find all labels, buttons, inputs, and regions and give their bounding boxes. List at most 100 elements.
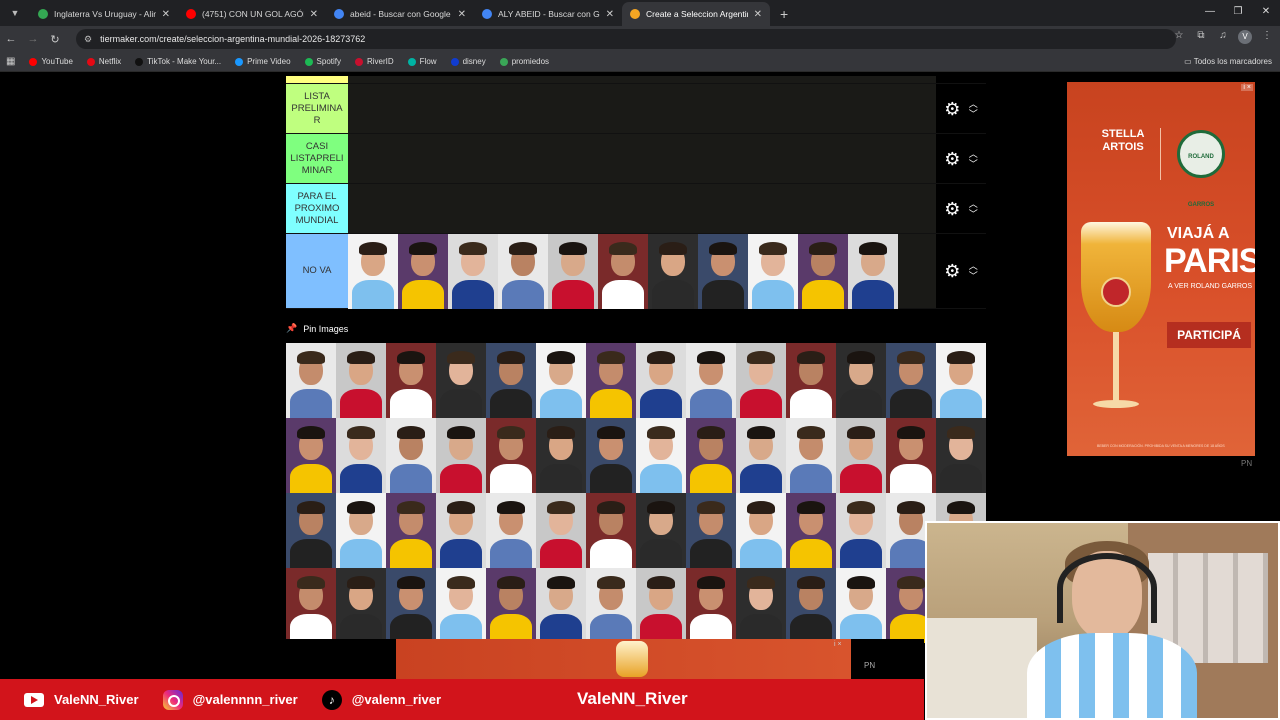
pool-player-image[interactable] bbox=[486, 418, 536, 493]
reload-icon[interactable]: ↻ bbox=[44, 33, 66, 46]
tier-label[interactable]: LISTA PRELIMINA R bbox=[286, 84, 348, 133]
pool-player-image[interactable] bbox=[286, 493, 336, 568]
gear-icon[interactable]: ⚙ bbox=[944, 200, 960, 218]
bookmark-item[interactable]: Netflix bbox=[86, 57, 121, 66]
chevron-up-icon[interactable]: ︿ bbox=[969, 199, 978, 209]
pool-player-image[interactable] bbox=[336, 343, 386, 418]
bookmark-item[interactable]: disney bbox=[450, 57, 486, 66]
browser-tab[interactable]: (4751) CON UN GOL AGÓNICO ✕ bbox=[178, 2, 326, 26]
close-tab-icon[interactable]: ✕ bbox=[458, 9, 466, 20]
pool-player-image[interactable] bbox=[686, 493, 736, 568]
chevron-up-icon[interactable]: ︿ bbox=[969, 99, 978, 109]
pool-player-image[interactable] bbox=[336, 418, 386, 493]
player-image[interactable] bbox=[448, 234, 498, 309]
address-bar[interactable]: ⚙ tiermaker.com/create/seleccion-argenti… bbox=[76, 29, 1176, 49]
site-info-icon[interactable]: ⚙ bbox=[84, 34, 92, 45]
pool-player-image[interactable] bbox=[736, 418, 786, 493]
tier-label[interactable]: PARA EL PROXIMO MUNDIAL bbox=[286, 184, 348, 233]
bottom-ad-info-badge[interactable]: i × bbox=[834, 641, 842, 648]
tier-drop-zone[interactable] bbox=[348, 184, 936, 233]
pool-player-image[interactable] bbox=[536, 418, 586, 493]
pool-player-image[interactable] bbox=[286, 343, 336, 418]
close-tab-icon[interactable]: ✕ bbox=[606, 9, 614, 20]
close-tab-icon[interactable]: ✕ bbox=[754, 9, 762, 20]
pool-player-image[interactable] bbox=[736, 493, 786, 568]
all-bookmarks[interactable]: ▭ Todos los marcadores bbox=[1184, 57, 1272, 66]
pool-player-image[interactable] bbox=[886, 418, 936, 493]
pool-player-image[interactable] bbox=[536, 568, 586, 643]
maximize-icon[interactable]: ❐ bbox=[1224, 0, 1252, 24]
pool-player-image[interactable] bbox=[936, 343, 986, 418]
pool-player-image[interactable] bbox=[636, 418, 686, 493]
profile-avatar[interactable]: V bbox=[1238, 30, 1252, 44]
pool-player-image[interactable] bbox=[586, 493, 636, 568]
player-image[interactable] bbox=[848, 234, 898, 309]
chevron-down-icon[interactable]: ﹀ bbox=[969, 159, 978, 169]
tier-drop-zone[interactable] bbox=[348, 134, 936, 183]
chevron-up-icon[interactable]: ︿ bbox=[969, 149, 978, 159]
tab-search-icon[interactable]: ▼ bbox=[4, 2, 26, 24]
gear-icon[interactable]: ⚙ bbox=[944, 150, 960, 168]
pool-player-image[interactable] bbox=[386, 418, 436, 493]
pool-player-image[interactable] bbox=[436, 418, 486, 493]
pool-player-image[interactable] bbox=[586, 343, 636, 418]
pool-player-image[interactable] bbox=[636, 568, 686, 643]
pool-player-image[interactable] bbox=[536, 343, 586, 418]
pool-player-image[interactable] bbox=[586, 418, 636, 493]
pool-player-image[interactable] bbox=[936, 418, 986, 493]
minimize-icon[interactable]: — bbox=[1196, 0, 1224, 24]
bookmark-item[interactable]: RiverID bbox=[355, 57, 394, 66]
pool-player-image[interactable] bbox=[436, 343, 486, 418]
pool-player-image[interactable] bbox=[486, 493, 536, 568]
ad-info-badge[interactable]: i × bbox=[1241, 84, 1253, 91]
pool-player-image[interactable] bbox=[786, 493, 836, 568]
pool-player-image[interactable] bbox=[636, 493, 686, 568]
side-ad[interactable]: i × STELLA ARTOIS ROLAND GARROS VIAJÁ A … bbox=[1067, 82, 1255, 456]
pool-player-image[interactable] bbox=[686, 343, 736, 418]
pool-player-image[interactable] bbox=[836, 343, 886, 418]
pool-player-image[interactable] bbox=[786, 568, 836, 643]
bookmark-item[interactable]: Flow bbox=[407, 57, 437, 66]
bookmark-item[interactable]: Spotify bbox=[304, 57, 341, 66]
player-image[interactable] bbox=[748, 234, 798, 309]
tier-drop-zone[interactable] bbox=[348, 84, 936, 133]
pool-player-image[interactable] bbox=[586, 568, 636, 643]
pool-player-image[interactable] bbox=[736, 343, 786, 418]
pool-player-image[interactable] bbox=[436, 568, 486, 643]
pool-player-image[interactable] bbox=[836, 568, 886, 643]
pool-player-image[interactable] bbox=[836, 418, 886, 493]
player-image[interactable] bbox=[398, 234, 448, 309]
pool-player-image[interactable] bbox=[336, 568, 386, 643]
menu-icon[interactable]: ⋮ bbox=[1260, 30, 1274, 44]
player-image[interactable] bbox=[548, 234, 598, 309]
bottom-banner-ad[interactable]: i × PN bbox=[286, 639, 924, 679]
tier-label[interactable]: NO VA bbox=[286, 234, 348, 308]
tier-label[interactable]: CASI LISTAPRELI MINAR bbox=[286, 134, 348, 183]
pool-player-image[interactable] bbox=[786, 343, 836, 418]
ad-cta-button[interactable]: PARTICIPÁ bbox=[1167, 322, 1251, 348]
pool-player-image[interactable] bbox=[536, 493, 586, 568]
pool-player-image[interactable] bbox=[886, 343, 936, 418]
bookmark-item[interactable]: YouTube bbox=[29, 57, 73, 66]
tier-drop-zone[interactable] bbox=[348, 234, 936, 309]
browser-tab[interactable]: ALY ABEID - Buscar con Google ✕ bbox=[474, 2, 622, 26]
new-tab-icon[interactable]: + bbox=[780, 6, 788, 22]
player-image[interactable] bbox=[698, 234, 748, 309]
apps-icon[interactable]: ▦ bbox=[6, 56, 15, 67]
tier-drop-zone[interactable] bbox=[348, 76, 936, 83]
extensions-icon[interactable]: ⧉ bbox=[1194, 30, 1208, 44]
chevron-down-icon[interactable]: ﹀ bbox=[969, 109, 978, 119]
chevron-up-icon[interactable]: ︿ bbox=[969, 261, 978, 271]
browser-tab[interactable]: Inglaterra Vs Uruguay - Alineaciones ✕ bbox=[30, 2, 178, 26]
pool-player-image[interactable] bbox=[686, 418, 736, 493]
media-icon[interactable]: ♫ bbox=[1216, 30, 1230, 44]
close-tab-icon[interactable]: ✕ bbox=[310, 9, 318, 20]
bookmark-item[interactable]: promiedos bbox=[499, 57, 549, 66]
pool-player-image[interactable] bbox=[736, 568, 786, 643]
pool-player-image[interactable] bbox=[336, 493, 386, 568]
pool-player-image[interactable] bbox=[386, 493, 436, 568]
pin-images-header[interactable]: 📌 Pin Images bbox=[286, 323, 348, 334]
gear-icon[interactable]: ⚙ bbox=[944, 262, 960, 280]
gear-icon[interactable]: ⚙ bbox=[944, 100, 960, 118]
pool-player-image[interactable] bbox=[286, 418, 336, 493]
